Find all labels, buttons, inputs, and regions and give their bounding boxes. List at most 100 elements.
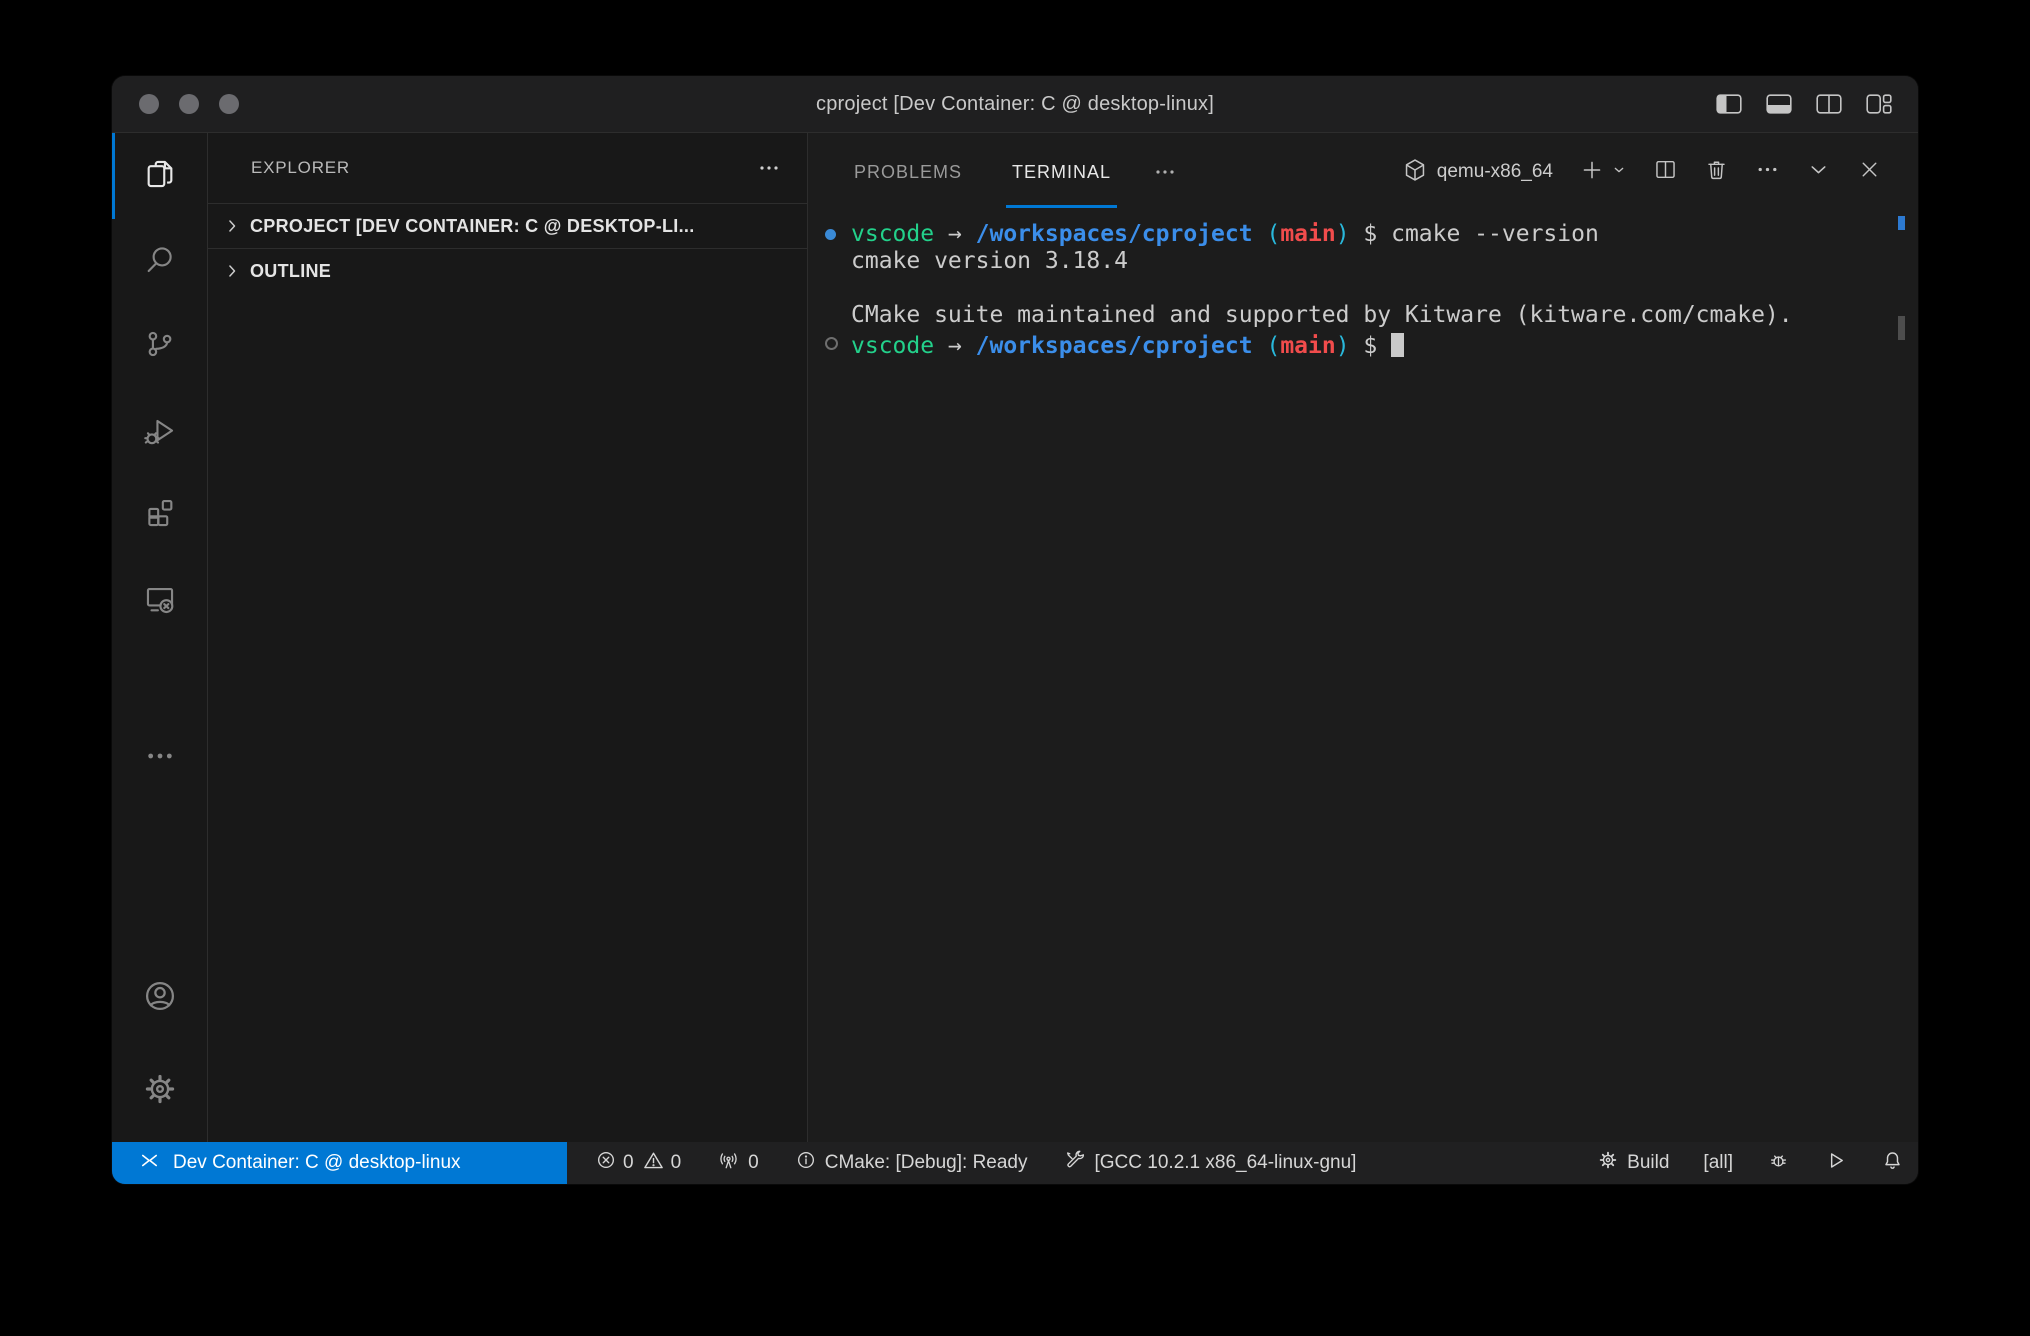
ports-count: 0 <box>748 1152 759 1174</box>
toggle-panel-icon[interactable] <box>1766 94 1792 114</box>
error-icon <box>595 1149 617 1177</box>
error-count: 0 <box>623 1152 634 1174</box>
terminal-text-segment: → <box>934 333 976 359</box>
tab-terminal[interactable]: TERMINAL <box>1010 133 1113 211</box>
chevron-right-icon <box>222 216 244 236</box>
minimize-window-button[interactable] <box>179 94 199 114</box>
terminal-text-segment: main <box>1280 333 1335 359</box>
sidebar-item-source-control[interactable] <box>112 314 207 378</box>
accounts-button[interactable] <box>112 966 207 1030</box>
gear-icon <box>142 1071 178 1112</box>
hide-panel-chevron-icon[interactable] <box>1806 157 1831 187</box>
sidebar-item-remote-explorer[interactable] <box>112 569 207 633</box>
window-title: cproject [Dev Container: C @ desktop-lin… <box>112 93 1918 116</box>
account-icon <box>142 978 178 1019</box>
terminal-cursor <box>1391 333 1404 357</box>
notifications-button[interactable] <box>1881 1149 1904 1178</box>
sidebar-item-extensions[interactable] <box>112 482 207 546</box>
tab-problems[interactable]: PROBLEMS <box>852 133 964 211</box>
sidebar-item-search[interactable] <box>112 229 207 293</box>
run-and-debug-icon <box>143 415 177 454</box>
explorer-section-outline[interactable]: OUTLINE <box>208 248 807 293</box>
ellipsis-icon <box>144 740 176 777</box>
build-label: Build <box>1627 1152 1669 1174</box>
zoom-window-button[interactable] <box>219 94 239 114</box>
terminal-content[interactable]: vscode → /workspaces/cproject (main) $ c… <box>808 211 1918 1142</box>
activity-bar <box>112 133 208 1142</box>
close-window-button[interactable] <box>139 94 159 114</box>
extensions-icon <box>143 495 177 534</box>
remote-indicator[interactable]: Dev Container: C @ desktop-linux <box>112 1142 567 1184</box>
terminal-text-segment: vscode <box>851 333 934 359</box>
panel-more-tabs-icon[interactable] <box>1153 133 1177 211</box>
screen: cproject [Dev Container: C @ desktop-lin… <box>0 0 2030 1336</box>
vscode-window: cproject [Dev Container: C @ desktop-lin… <box>112 76 1918 1184</box>
explorer-section-workspace[interactable]: CPROJECT [DEV CONTAINER: C @ DESKTOP-LI.… <box>208 203 807 248</box>
terminal-line: vscode → /workspaces/cproject (main) $ <box>851 329 1918 360</box>
toggle-primary-sidebar-icon[interactable] <box>1716 94 1742 114</box>
outline-section-label: OUTLINE <box>250 261 331 282</box>
warning-icon <box>642 1149 665 1178</box>
terminal-line: cmake version 3.18.4 <box>851 248 1918 275</box>
close-panel-icon[interactable] <box>1857 157 1882 187</box>
command-decoration-icon <box>825 229 836 240</box>
terminal-text-segment: /workspaces/cproject <box>976 333 1253 359</box>
radio-tower-icon <box>717 1149 740 1178</box>
remote-explorer-icon <box>143 582 177 621</box>
additional-views-button[interactable] <box>112 726 207 790</box>
new-terminal-icon[interactable] <box>1579 157 1605 188</box>
play-icon <box>1824 1149 1847 1178</box>
cmake-debug-button[interactable] <box>1767 1149 1790 1178</box>
terminal-profile-cube-icon <box>1402 157 1428 188</box>
search-icon <box>143 242 177 281</box>
files-icon <box>143 157 177 196</box>
info-icon <box>795 1149 817 1177</box>
customize-layout-icon[interactable] <box>1866 94 1892 114</box>
ports-status[interactable]: 0 <box>717 1149 759 1178</box>
sidebar-item-run-debug[interactable] <box>112 402 207 466</box>
scrollbar-command-mark <box>1898 216 1905 230</box>
terminal-text-segment <box>851 275 865 301</box>
explorer-more-actions-icon[interactable] <box>757 156 781 180</box>
build-target-text: [all] <box>1703 1152 1733 1174</box>
terminal-line: vscode → /workspaces/cproject (main) $ c… <box>851 221 1918 248</box>
terminal-text-segment: $ cmake --version <box>1350 221 1599 247</box>
tools-icon <box>1064 1149 1087 1178</box>
terminal-text-segment: ( <box>1266 221 1280 247</box>
terminal-more-actions-icon[interactable] <box>1755 157 1780 187</box>
cmake-status[interactable]: CMake: [Debug]: Ready <box>795 1149 1028 1177</box>
terminal-text-segment: /workspaces/cproject <box>976 221 1253 247</box>
kit-text: [GCC 10.2.1 x86_64-linux-gnu] <box>1095 1152 1357 1174</box>
chevron-right-icon <box>222 261 244 281</box>
terminal-profile-name: qemu-x86_64 <box>1437 161 1553 183</box>
terminal-text-segment: ( <box>1266 333 1280 359</box>
terminal-launch-dropdown-icon[interactable] <box>1611 162 1627 183</box>
cmake-build-button[interactable]: Build <box>1597 1149 1669 1177</box>
split-terminal-icon[interactable] <box>1653 157 1678 187</box>
title-bar: cproject [Dev Container: C @ desktop-lin… <box>112 76 1918 133</box>
gear-icon <box>1597 1149 1619 1177</box>
warning-count: 0 <box>671 1152 682 1174</box>
sidebar-title: EXPLORER <box>251 158 350 178</box>
cmake-status-text: CMake: [Debug]: Ready <box>825 1152 1028 1174</box>
toggle-secondary-sidebar-icon[interactable] <box>1816 94 1842 114</box>
terminal-text-segment <box>1253 221 1267 247</box>
terminal-line: CMake suite maintained and supported by … <box>851 302 1918 329</box>
remote-label: Dev Container: C @ desktop-linux <box>173 1152 461 1174</box>
sidebar-item-explorer[interactable] <box>112 144 207 208</box>
kill-terminal-trash-icon[interactable] <box>1704 157 1729 187</box>
problems-status[interactable]: 0 0 <box>595 1149 681 1178</box>
terminal-text-segment: vscode <box>851 221 934 247</box>
terminal-text-segment: CMake suite maintained and supported by … <box>851 302 1793 328</box>
terminal-scrollbar-thumb[interactable] <box>1898 316 1905 340</box>
build-target[interactable]: [all] <box>1703 1152 1733 1174</box>
bottom-panel: PROBLEMS TERMINAL <box>808 133 1918 1142</box>
terminal-profile[interactable]: qemu-x86_64 <box>1402 157 1553 188</box>
explorer-sidebar: EXPLORER CPROJECT [DEV CONTAINER: C @ DE… <box>208 133 808 1142</box>
terminal-text-segment: $ <box>1350 333 1392 359</box>
cmake-launch-button[interactable] <box>1824 1149 1847 1178</box>
settings-button[interactable] <box>112 1059 207 1123</box>
terminal-text-segment <box>1253 333 1267 359</box>
cmake-kit[interactable]: [GCC 10.2.1 x86_64-linux-gnu] <box>1064 1149 1357 1178</box>
remote-icon <box>138 1149 161 1178</box>
